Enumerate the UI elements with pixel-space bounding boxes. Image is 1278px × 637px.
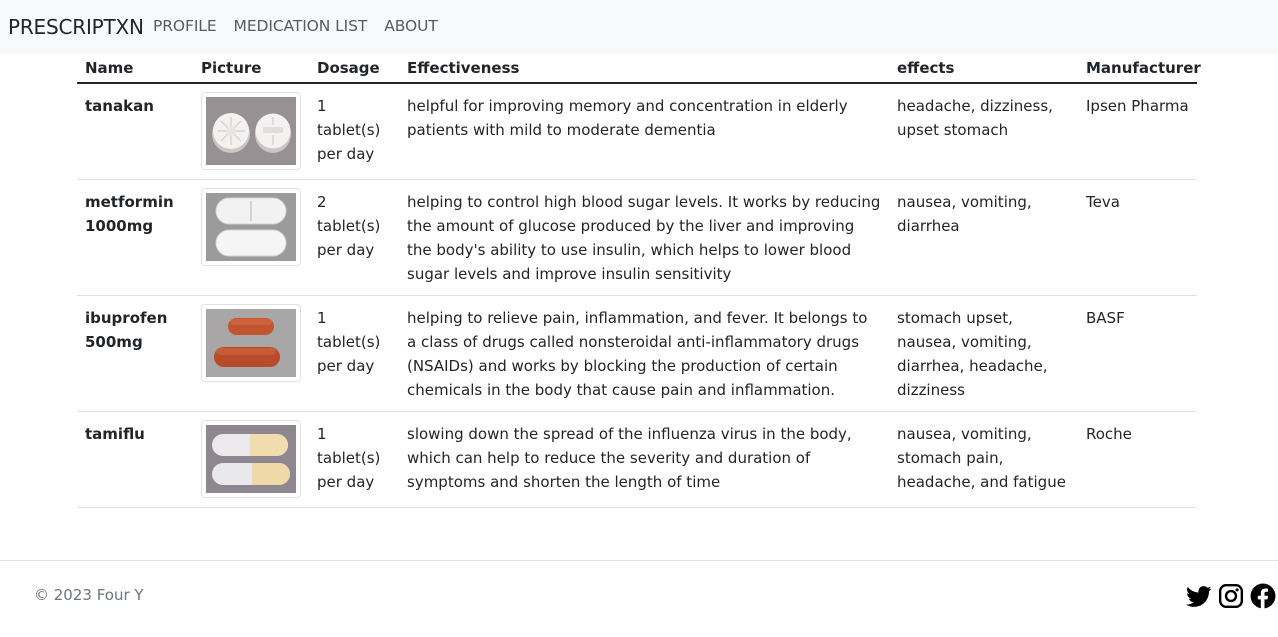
medication-effects: nausea, vomiting, stomach pain, headache…	[889, 411, 1078, 508]
medication-table-container: Name Picture Dosage Effectiveness effect…	[77, 54, 1201, 508]
medication-effects: nausea, vomiting, diarrhea	[889, 179, 1078, 296]
table-row: tanakan 1 tablet(s) per day helpful for …	[77, 83, 1197, 180]
tamiflu-capsule-image	[201, 420, 301, 498]
header-picture: Picture	[193, 54, 309, 84]
medication-picture-cell	[193, 83, 309, 180]
tanakan-pill-image	[201, 92, 301, 170]
medication-table: Name Picture Dosage Effectiveness effect…	[77, 54, 1201, 508]
medication-manufacturer: Teva	[1078, 179, 1197, 296]
table-row: tamiflu 1 tablet(s) per day slowing down…	[77, 411, 1197, 508]
medication-manufacturer: Roche	[1078, 411, 1197, 508]
twitter-icon[interactable]	[1186, 583, 1212, 609]
medication-dosage: 2 tablet(s) per day	[309, 179, 399, 296]
header-name: Name	[77, 54, 193, 84]
nav-link-about[interactable]: ABOUT	[384, 17, 438, 35]
medication-effectiveness: slowing down the spread of the influenza…	[399, 411, 889, 508]
metformin-pill-image	[201, 188, 301, 266]
table-header-row: Name Picture Dosage Effectiveness effect…	[77, 54, 1201, 84]
medication-name: tanakan	[77, 83, 193, 180]
medication-effects: headache, dizziness, upset stomach	[889, 83, 1078, 180]
footer-copyright: © 2023 Four Y	[34, 586, 144, 604]
navbar: PRESCRIPTXN PROFILE MEDICATION LIST ABOU…	[0, 0, 1278, 54]
medication-manufacturer: BASF	[1078, 295, 1197, 412]
instagram-glyph	[1218, 583, 1244, 609]
pill-photo	[206, 309, 296, 377]
medication-name: ibuprofen 500mg	[77, 295, 193, 412]
facebook-glyph	[1250, 583, 1276, 609]
nav-link-profile[interactable]: PROFILE	[153, 17, 217, 35]
medication-effects: stomach upset, nausea, vomiting, diarrhe…	[889, 295, 1078, 412]
medication-manufacturer: Ipsen Pharma	[1078, 83, 1197, 180]
medication-dosage: 1 tablet(s) per day	[309, 411, 399, 508]
pill-photo	[206, 97, 296, 165]
table-row: ibuprofen 500mg 1 tablet(s) per day help…	[77, 295, 1197, 412]
header-manufacturer: Manufacturer	[1078, 54, 1201, 84]
table-row: metformin 1000mg 2 tablet(s) per day hel…	[77, 179, 1197, 296]
medication-name: tamiflu	[77, 411, 193, 508]
brand-logo[interactable]: PRESCRIPTXN	[8, 15, 144, 39]
nav-links: PROFILE MEDICATION LIST ABOUT	[153, 17, 455, 35]
medication-effectiveness: helping to relieve pain, inflammation, a…	[399, 295, 889, 412]
instagram-icon[interactable]	[1218, 583, 1244, 609]
ibuprofen-pill-image	[201, 304, 301, 382]
pill-photo	[206, 425, 296, 493]
header-effects: effects	[889, 54, 1078, 84]
header-effectiveness: Effectiveness	[399, 54, 889, 84]
pill-photo	[206, 193, 296, 261]
facebook-icon[interactable]	[1250, 583, 1276, 609]
header-dosage: Dosage	[309, 54, 399, 84]
nav-link-medication-list[interactable]: MEDICATION LIST	[234, 17, 368, 35]
medication-effectiveness: helpful for improving memory and concent…	[399, 83, 889, 180]
medication-name: metformin 1000mg	[77, 179, 193, 296]
medication-dosage: 1 tablet(s) per day	[309, 83, 399, 180]
twitter-glyph	[1186, 586, 1212, 607]
medication-picture-cell	[193, 411, 309, 508]
medication-effectiveness: helping to control high blood sugar leve…	[399, 179, 889, 296]
footer-divider	[0, 560, 1278, 561]
medication-picture-cell	[193, 179, 309, 296]
medication-picture-cell	[193, 295, 309, 412]
medication-dosage: 1 tablet(s) per day	[309, 295, 399, 412]
social-links	[1186, 583, 1276, 609]
